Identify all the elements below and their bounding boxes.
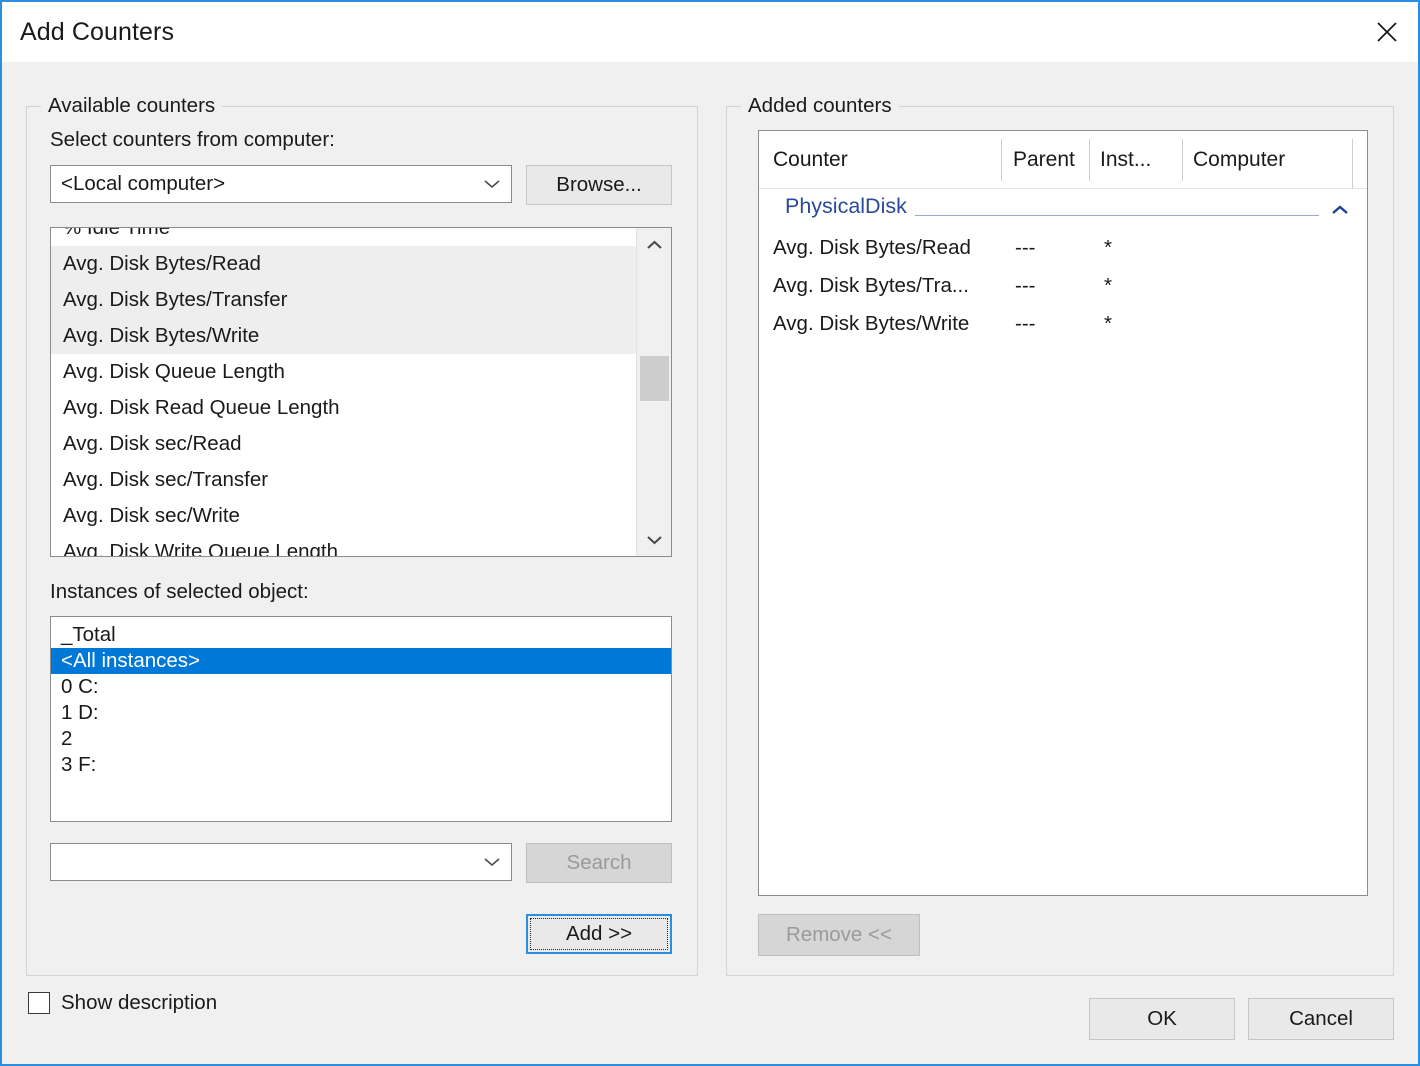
instances-label: Instances of selected object: (50, 580, 309, 603)
instances-list-items: _Total <All instances> 0 C: 1 D: 2 3 F: (51, 622, 671, 778)
cell-counter: Avg. Disk Bytes/Read (773, 236, 971, 259)
column-header-parent[interactable]: Parent (1013, 131, 1075, 189)
column-divider[interactable] (1001, 139, 1002, 181)
remove-button-label: Remove << (786, 923, 892, 946)
column-divider[interactable] (1182, 139, 1183, 181)
column-header-computer[interactable]: Computer (1193, 131, 1285, 189)
search-input[interactable] (50, 843, 512, 881)
counters-list-items: % Idle Time Avg. Disk Bytes/Read Avg. Disk… (51, 228, 636, 556)
remove-button[interactable]: Remove << (758, 914, 920, 956)
column-divider[interactable] (1352, 139, 1353, 189)
show-description-label: Show description (61, 991, 218, 1014)
add-button[interactable]: Add >> (526, 914, 672, 954)
table-row[interactable]: Avg. Disk Bytes/Write --- * (759, 305, 1367, 343)
select-computer-label: Select counters from computer: (50, 128, 335, 151)
cell-instance: * (1104, 236, 1112, 259)
counter-list-item[interactable]: Avg. Disk sec/Write (51, 498, 636, 534)
instance-list-item[interactable]: _Total (51, 622, 671, 648)
grid-header: Counter Parent Inst... Computer (759, 131, 1367, 189)
ok-button-label: OK (1147, 1007, 1177, 1030)
counters-scrollbar[interactable] (636, 228, 671, 556)
column-header-instance[interactable]: Inst... (1100, 131, 1151, 189)
checkbox-box[interactable] (28, 992, 50, 1014)
chevron-up-icon[interactable] (1331, 203, 1349, 221)
browse-button-label: Browse... (556, 173, 642, 196)
cell-parent: --- (1015, 274, 1036, 297)
cell-counter: Avg. Disk Bytes/Tra... (773, 274, 969, 297)
counter-list-item[interactable]: Avg. Disk Bytes/Transfer (51, 282, 636, 318)
close-icon (1374, 19, 1400, 45)
counter-list-item[interactable]: Avg. Disk Bytes/Write (51, 318, 636, 354)
counter-list-item[interactable]: Avg. Disk Bytes/Read (51, 246, 636, 282)
computer-combo[interactable]: <Local computer> (50, 165, 512, 203)
computer-combo-value: <Local computer> (61, 172, 226, 195)
chevron-down-icon[interactable] (473, 844, 511, 880)
scroll-thumb[interactable] (640, 356, 669, 401)
instance-list-item[interactable]: 0 C: (51, 674, 671, 700)
cell-counter: Avg. Disk Bytes/Write (773, 312, 970, 335)
counter-list-item[interactable]: Avg. Disk Write Queue Length (51, 534, 636, 556)
counter-group-row[interactable]: PhysicalDisk (759, 189, 1367, 229)
counter-list-item[interactable]: Avg. Disk sec/Transfer (51, 462, 636, 498)
instance-list-item[interactable]: 2 (51, 726, 671, 752)
scroll-up-icon[interactable] (637, 228, 671, 262)
cancel-button[interactable]: Cancel (1248, 998, 1394, 1040)
instance-list-item[interactable]: 3 F: (51, 752, 671, 778)
grid-body: PhysicalDisk Avg. Disk Bytes/Read --- * Avg.… (759, 189, 1367, 343)
instances-list[interactable]: _Total <All instances> 0 C: 1 D: 2 3 F: (50, 616, 672, 822)
cell-parent: --- (1015, 236, 1036, 259)
cancel-button-label: Cancel (1289, 1007, 1353, 1030)
added-counters-grid[interactable]: Counter Parent Inst... Computer Physical… (758, 130, 1368, 896)
browse-button[interactable]: Browse... (526, 165, 672, 205)
available-counters-label: Available counters (41, 94, 223, 118)
counter-list-item[interactable]: Avg. Disk Read Queue Length (51, 390, 636, 426)
column-header-counter[interactable]: Counter (773, 131, 848, 189)
added-counters-label: Added counters (741, 94, 899, 118)
cell-instance: * (1104, 274, 1112, 297)
counter-list-item[interactable]: Avg. Disk Queue Length (51, 354, 636, 390)
counter-group-name[interactable]: PhysicalDisk (785, 194, 915, 219)
counter-list-item[interactable]: % Idle Time (51, 228, 636, 246)
add-button-label: Add >> (565, 922, 633, 945)
cell-instance: * (1104, 312, 1112, 335)
ok-button[interactable]: OK (1089, 998, 1235, 1040)
close-button[interactable] (1356, 2, 1418, 62)
scroll-down-icon[interactable] (637, 522, 671, 556)
chevron-down-icon[interactable] (473, 166, 511, 202)
instance-list-item[interactable]: 1 D: (51, 700, 671, 726)
search-button-label: Search (566, 851, 632, 874)
add-counters-dialog: Add Counters Available counters Select c… (0, 0, 1420, 1066)
table-row[interactable]: Avg. Disk Bytes/Tra... --- * (759, 267, 1367, 305)
cell-parent: --- (1015, 312, 1036, 335)
show-description-checkbox[interactable]: Show description (28, 991, 217, 1015)
counter-list-item[interactable]: Avg. Disk sec/Read (51, 426, 636, 462)
available-counters-list[interactable]: % Idle Time Avg. Disk Bytes/Read Avg. Disk… (50, 227, 672, 557)
column-divider[interactable] (1089, 139, 1090, 181)
instance-list-item[interactable]: <All instances> (51, 648, 671, 674)
title-bar: Add Counters (2, 2, 1418, 62)
page-title: Add Counters (20, 18, 175, 46)
table-row[interactable]: Avg. Disk Bytes/Read --- * (759, 229, 1367, 267)
search-button[interactable]: Search (526, 843, 672, 883)
